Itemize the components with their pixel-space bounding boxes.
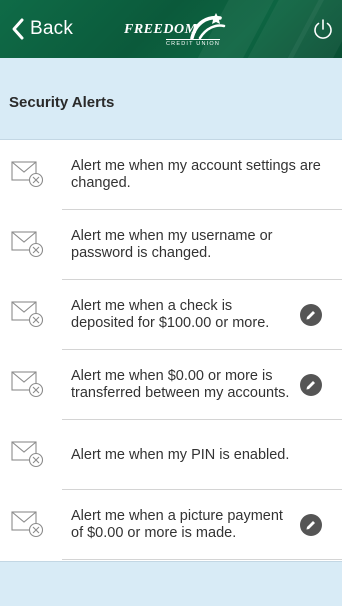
alert-text: Alert me when my account settings are ch… [71,158,321,191]
alert-text: Alert me when $0.00 or more is transferr… [71,368,290,401]
section-header: Security Alerts [0,58,342,140]
alert-row-account-settings[interactable]: Alert me when my account settings are ch… [0,140,342,210]
pencil-icon [306,381,315,390]
power-icon [314,19,332,39]
edit-alert-button[interactable] [300,304,322,326]
alert-text: Alert me when a check is deposited for $… [71,298,270,331]
back-button[interactable]: Back [10,14,73,44]
edit-alert-button[interactable] [300,514,322,536]
alert-text: Alert me when my PIN is enabled. [71,446,290,463]
row-divider [62,559,342,560]
alert-text: Alert me when a picture payment of $0.00… [71,508,283,541]
page-title: Security Alerts [9,94,115,111]
alert-row-transfer[interactable]: Alert me when $0.00 or more is transferr… [0,350,342,420]
mail-disabled-icon[interactable] [11,438,45,468]
pencil-icon [306,311,315,320]
logo-emblem-icon [190,13,226,40]
chevron-left-icon [12,18,24,40]
alert-text: Alert me when my username or password is… [71,228,273,261]
mail-disabled-icon[interactable] [11,158,45,188]
alert-row-check-deposit[interactable]: Alert me when a check is deposited for $… [0,280,342,350]
mail-disabled-icon[interactable] [11,508,45,538]
freedom-credit-union-logo: FREEDOM CREDIT UNION [124,12,234,47]
footer-band [0,561,342,606]
mail-disabled-icon[interactable] [11,228,45,258]
mail-disabled-icon[interactable] [11,298,45,328]
logout-button[interactable] [310,16,336,42]
logo-subtext: CREDIT UNION [166,39,221,47]
mail-disabled-icon[interactable] [11,368,45,398]
alert-row-pin-enabled[interactable]: Alert me when my PIN is enabled. [0,420,342,490]
alert-list: Alert me when my account settings are ch… [0,140,342,560]
edit-alert-button[interactable] [300,374,322,396]
top-navigation-bar: Back FREEDOM CREDIT UNION [0,0,342,58]
back-label: Back [30,18,74,39]
pencil-icon [306,521,315,530]
alert-row-username-password[interactable]: Alert me when my username or password is… [0,210,342,280]
alert-row-picture-payment[interactable]: Alert me when a picture payment of $0.00… [0,490,342,560]
